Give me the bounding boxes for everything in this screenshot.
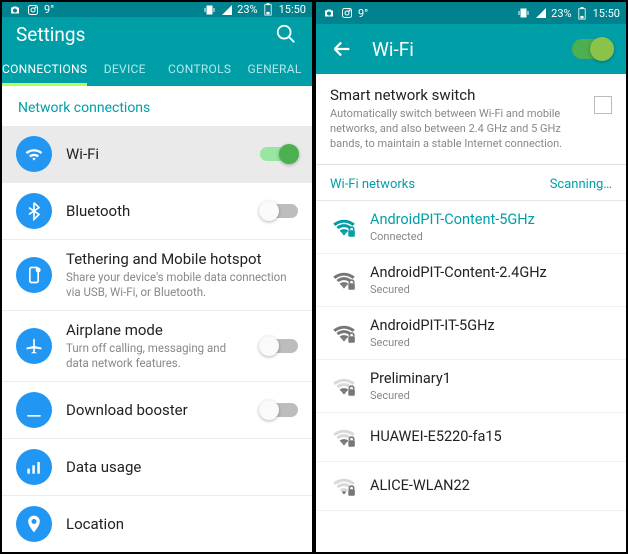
battery-icon	[576, 7, 589, 20]
app-bar: Settings	[2, 17, 312, 51]
back-button[interactable]	[330, 37, 354, 61]
booster-label: Download booster	[66, 401, 246, 419]
tab-connections[interactable]: CONNECTIONS	[2, 52, 87, 86]
tab-general[interactable]: GENERAL	[237, 52, 312, 86]
wifi-signal-icon	[330, 372, 358, 400]
settings-item-booster[interactable]: Download booster	[2, 382, 312, 439]
wifi-signal-icon	[330, 472, 358, 500]
camera-icon	[8, 3, 21, 16]
temperature: 9°	[358, 7, 368, 20]
instagram-icon	[26, 3, 39, 16]
page-title: Settings	[16, 23, 256, 46]
instagram-icon	[340, 7, 353, 20]
battery-percent: 23%	[237, 3, 257, 16]
network-row[interactable]: AndroidPIT-Content-2.4GHz Secured	[316, 254, 626, 307]
network-status: Secured	[370, 389, 612, 402]
network-row[interactable]: HUAWEI-E5220-fa15	[316, 413, 626, 462]
airplane-icon	[16, 328, 52, 364]
tethering-label: Tethering and Mobile hotspot	[66, 250, 298, 268]
clock: 15:50	[593, 7, 620, 20]
settings-item-tethering[interactable]: Tethering and Mobile hotspot Share your …	[2, 240, 312, 311]
data-icon	[16, 449, 52, 485]
smart-switch-block[interactable]: Smart network switch Automatically switc…	[316, 74, 626, 165]
vibrate-icon	[203, 3, 216, 16]
settings-item-data[interactable]: Data usage	[2, 439, 312, 496]
wifi-signal-icon	[330, 319, 358, 347]
tethering-icon	[16, 257, 52, 293]
network-ssid: AndroidPIT-IT-5GHz	[370, 317, 612, 334]
network-ssid: Preliminary1	[370, 370, 612, 387]
bluetooth-toggle[interactable]	[260, 204, 298, 218]
settings-item-airplane[interactable]: Airplane mode Turn off calling, messagin…	[2, 311, 312, 382]
signal-icon	[220, 3, 233, 16]
camera-icon	[322, 7, 335, 20]
wifi-signal-icon	[330, 213, 358, 241]
data-label: Data usage	[66, 458, 298, 476]
booster-toggle[interactable]	[260, 403, 298, 417]
wifi-master-toggle[interactable]	[572, 39, 612, 59]
battery-icon	[262, 3, 275, 16]
networks-heading-row: Wi-Fi networks Scanning…	[316, 165, 626, 200]
smart-switch-checkbox[interactable]	[594, 96, 612, 114]
tab-controls[interactable]: CONTROLS	[162, 52, 237, 86]
location-icon	[16, 506, 52, 542]
status-bar: 9° 23% 15:50	[2, 2, 312, 17]
page-title: Wi-Fi	[372, 38, 554, 61]
wifi-toggle[interactable]	[260, 147, 298, 161]
wifi-signal-icon	[330, 423, 358, 451]
status-bar: 9° 23% 15:50	[316, 2, 626, 24]
battery-percent: 23%	[551, 7, 571, 20]
search-button[interactable]	[274, 22, 298, 46]
settings-item-wifi[interactable]: Wi-Fi	[2, 126, 312, 183]
airplane-label: Airplane mode	[66, 321, 246, 339]
network-status: Secured	[370, 283, 612, 296]
bluetooth-label: Bluetooth	[66, 202, 246, 220]
network-list: AndroidPIT-Content-5GHz Connected Androi…	[316, 201, 626, 511]
network-ssid: AndroidPIT-Content-5GHz	[370, 211, 612, 228]
network-row[interactable]: Preliminary1 Secured	[316, 360, 626, 413]
bluetooth-icon	[16, 193, 52, 229]
wifi-icon	[16, 136, 52, 172]
temperature: 9°	[44, 3, 54, 16]
network-ssid: ALICE-WLAN22	[370, 477, 612, 494]
tabs: CONNECTIONS DEVICE CONTROLS GENERAL	[2, 52, 312, 86]
signal-icon	[534, 7, 547, 20]
section-heading: Network connections	[2, 86, 312, 126]
wifi-label: Wi-Fi	[66, 145, 246, 163]
booster-icon	[16, 392, 52, 428]
tethering-desc: Share your device's mobile data connecti…	[66, 270, 298, 300]
wifi-screen: 9° 23% 15:50 Wi-Fi Smart network switch …	[316, 2, 626, 552]
wifi-signal-icon	[330, 266, 358, 294]
clock: 15:50	[279, 3, 306, 16]
airplane-toggle[interactable]	[260, 339, 298, 353]
network-ssid: AndroidPIT-Content-2.4GHz	[370, 264, 612, 281]
settings-item-location[interactable]: Location	[2, 496, 312, 552]
app-bar: Wi-Fi	[316, 24, 626, 74]
network-row[interactable]: AndroidPIT-IT-5GHz Secured	[316, 307, 626, 360]
vibrate-icon	[517, 7, 530, 20]
smart-switch-title: Smart network switch	[330, 86, 584, 104]
settings-item-bluetooth[interactable]: Bluetooth	[2, 183, 312, 240]
network-status: Connected	[370, 230, 612, 243]
smart-switch-desc: Automatically switch between Wi-Fi and m…	[330, 107, 584, 152]
networks-heading: Wi-Fi networks	[330, 177, 415, 192]
scanning-label: Scanning…	[550, 177, 612, 192]
network-row[interactable]: AndroidPIT-Content-5GHz Connected	[316, 201, 626, 254]
settings-screen: 9° 23% 15:50 Settings CONNECTIONS DEVICE…	[2, 2, 312, 552]
network-row[interactable]: ALICE-WLAN22	[316, 462, 626, 511]
location-label: Location	[66, 515, 298, 533]
network-status: Secured	[370, 336, 612, 349]
airplane-desc: Turn off calling, messaging and data net…	[66, 341, 246, 371]
network-ssid: HUAWEI-E5220-fa15	[370, 428, 612, 445]
tab-device[interactable]: DEVICE	[87, 52, 162, 86]
